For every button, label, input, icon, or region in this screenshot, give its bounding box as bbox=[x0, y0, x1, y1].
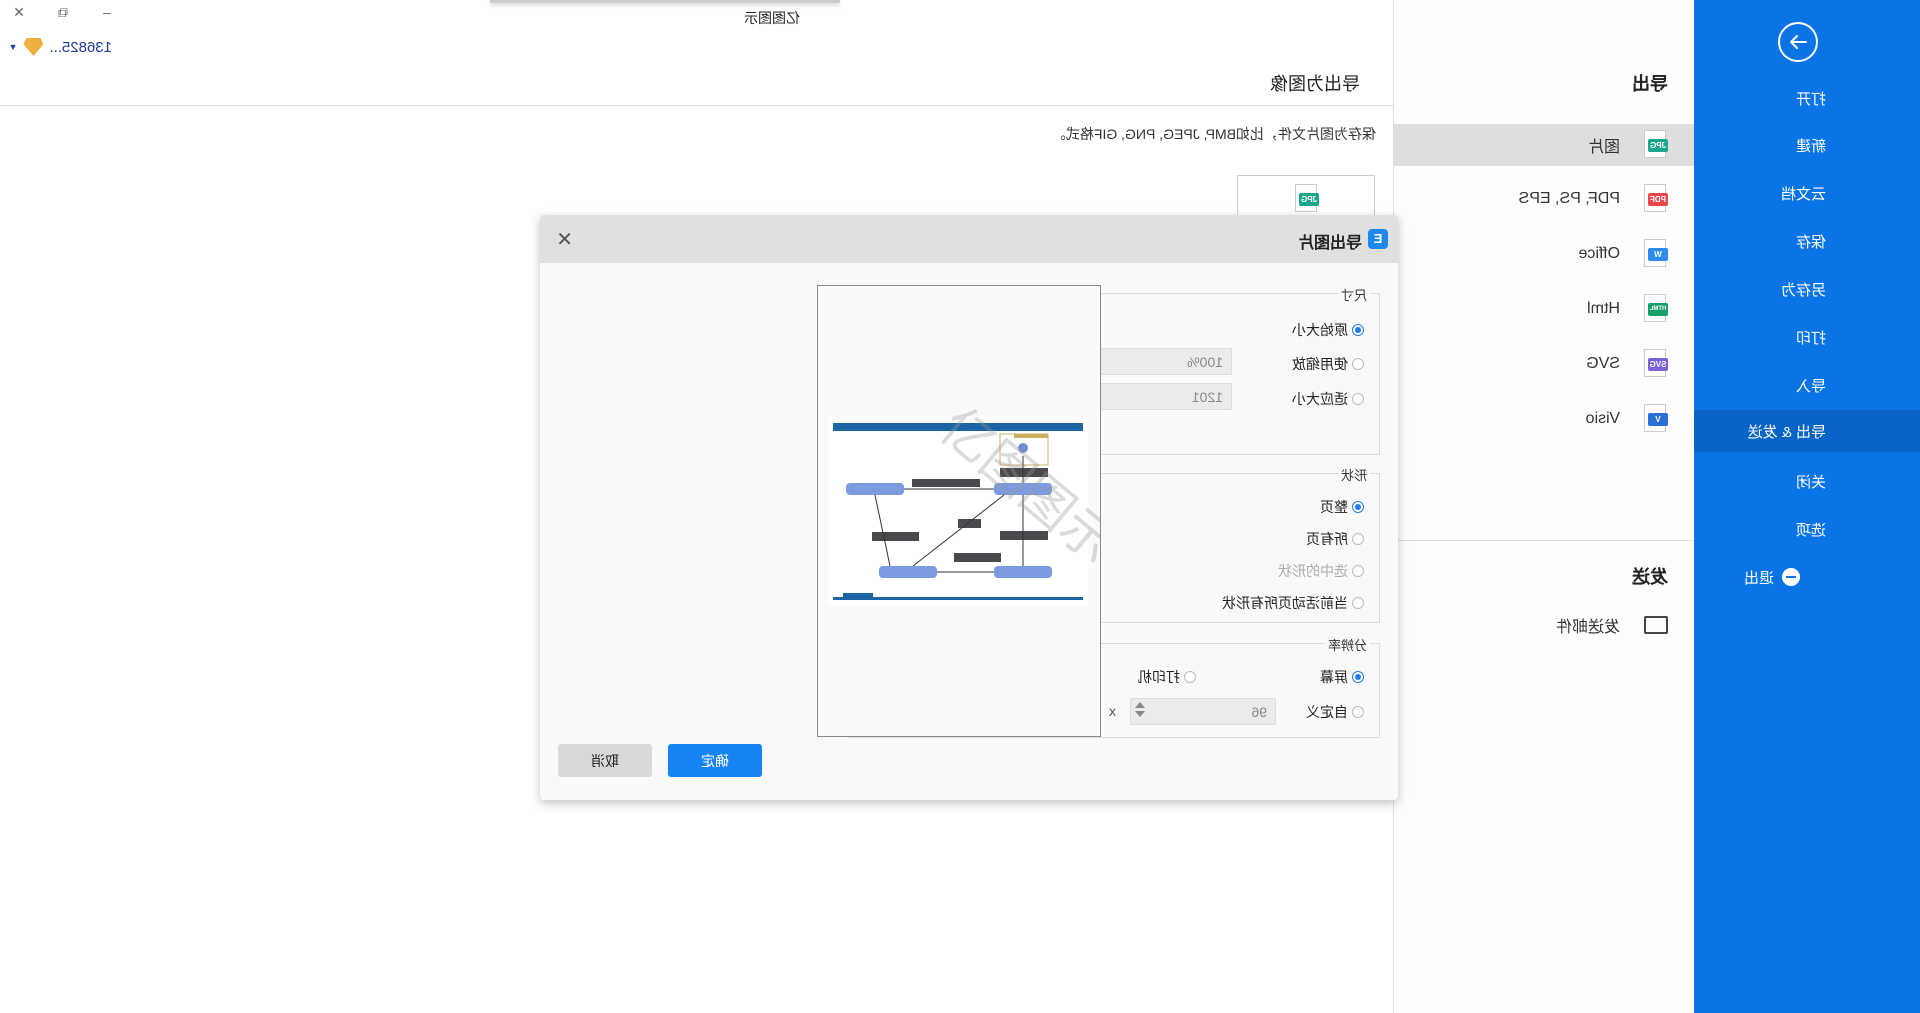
close-icon[interactable]: ✕ bbox=[556, 227, 573, 252]
times-sign: x bbox=[1109, 703, 1116, 719]
export-item-html[interactable]: HTML Html bbox=[1394, 288, 1694, 330]
export-preview: 亿图图示 bbox=[817, 285, 1126, 737]
export-item-label: PDF, PS, EPS bbox=[1518, 190, 1620, 207]
svg-file-icon: SVG bbox=[1642, 349, 1668, 379]
export-item-visio[interactable]: V Visio bbox=[1394, 398, 1694, 440]
radio-printer[interactable]: 打印机 bbox=[1138, 667, 1196, 687]
radio-use-zoom[interactable]: 使用缩放 bbox=[1292, 354, 1364, 374]
sidebar-item-label: 导入 bbox=[1795, 377, 1826, 395]
sidebar-item-label: 选项 bbox=[1795, 521, 1826, 539]
pdf-file-icon: PDF bbox=[1642, 184, 1668, 214]
back-button[interactable] bbox=[1778, 22, 1818, 62]
radio-selected-shapes[interactable]: 选中的形状 bbox=[1278, 561, 1364, 581]
sidebar-item-label: 打开 bbox=[1795, 90, 1826, 108]
size-group-label: 尺寸 bbox=[1337, 285, 1370, 304]
radio-custom[interactable]: 自定义 bbox=[1306, 702, 1364, 722]
dpi-x-input[interactable]: 96 bbox=[1130, 698, 1276, 725]
sidebar-item-5[interactable]: 打印 bbox=[1694, 316, 1920, 358]
sidebar-item-label: 另存为 bbox=[1780, 281, 1826, 299]
preview-node bbox=[994, 566, 1052, 578]
mail-icon bbox=[1644, 616, 1668, 634]
divider bbox=[1394, 540, 1694, 541]
radio-active-page-shapes[interactable]: 当前活动页所有形状 bbox=[1222, 593, 1364, 613]
sidebar-item-10[interactable]: 退出 bbox=[1694, 556, 1920, 598]
jpg-file-icon: JPG bbox=[1642, 130, 1668, 160]
sidebar-item-4[interactable]: 另存为 bbox=[1694, 268, 1920, 310]
export-heading: 导出 bbox=[1632, 74, 1668, 94]
chevron-down-icon: ▼ bbox=[8, 42, 18, 52]
export-options-panel: 导出 JPG 图片 PDF PDF, PS, EPS W Office HTML Html SV… bbox=[1393, 0, 1694, 1013]
export-image-tile[interactable]: JPG bbox=[1237, 175, 1375, 216]
cancel-button[interactable]: 取消 bbox=[558, 744, 652, 777]
radio-whole-page[interactable]: 整页 bbox=[1320, 497, 1364, 517]
send-email-label: 发送邮件 bbox=[1555, 619, 1620, 636]
sidebar-item-label: 打印 bbox=[1795, 329, 1826, 347]
export-item--[interactable]: JPG 图片 bbox=[1394, 124, 1694, 166]
html-file-icon: HTML bbox=[1642, 294, 1668, 324]
sidebar-item-8[interactable]: 关闭 bbox=[1694, 460, 1920, 502]
file-sidebar: 打开新建云文档保存另存为打印导入导出 & 发送关闭选项退出 bbox=[1694, 0, 1920, 1013]
radio-all-pages[interactable]: 所有页 bbox=[1306, 529, 1364, 549]
dialog-header bbox=[540, 215, 1398, 263]
export-item-label: Html bbox=[1587, 300, 1620, 317]
export-item-pdf-ps-eps[interactable]: PDF PDF, PS, EPS bbox=[1394, 178, 1694, 220]
app-title: 亿图图示 bbox=[744, 10, 800, 26]
radio-screen[interactable]: 屏幕 bbox=[1320, 667, 1364, 687]
sidebar-item-label: 新建 bbox=[1795, 137, 1826, 155]
ok-button[interactable]: 确定 bbox=[668, 744, 762, 777]
width-input[interactable]: 1201 bbox=[1088, 383, 1232, 410]
export-item-label: Visio bbox=[1585, 410, 1620, 427]
export-item-label: SVG bbox=[1586, 355, 1620, 372]
page-title: 导出为图像 bbox=[1270, 74, 1360, 94]
export-item-svg[interactable]: SVG SVG bbox=[1394, 343, 1694, 385]
preview-node bbox=[879, 566, 937, 578]
send-heading: 发送 bbox=[1632, 567, 1668, 587]
sidebar-item-2[interactable]: 云文档 bbox=[1694, 172, 1920, 214]
sidebar-item-0[interactable]: 打开 bbox=[1694, 77, 1920, 119]
v-file-icon: V bbox=[1642, 404, 1668, 434]
jpg-file-icon: JPG bbox=[1293, 184, 1319, 214]
shape-group-label: 形状 bbox=[1337, 465, 1370, 484]
sidebar-item-label: 保存 bbox=[1795, 233, 1826, 251]
restore-button[interactable]: ⧉ bbox=[52, 4, 74, 21]
send-email-item[interactable]: 发送邮件 bbox=[1394, 604, 1694, 646]
export-item-label: 图片 bbox=[1587, 139, 1620, 156]
sidebar-item-label: 导出 & 发送 bbox=[1747, 423, 1826, 441]
dialog-title: 导出图片 bbox=[1297, 235, 1362, 252]
titlebar-edge bbox=[490, 0, 840, 3]
export-image-dialog: E 导出图片 ✕ 尺寸 原始大小 使用缩放 100% 适应大小 1201 x 8… bbox=[540, 215, 1398, 800]
sidebar-item-6[interactable]: 导入 bbox=[1694, 364, 1920, 406]
user-account[interactable]: 136825... ▼ bbox=[9, 38, 112, 56]
resolution-group-label: 分辨率 bbox=[1324, 635, 1370, 654]
sidebar-item-label: 云文档 bbox=[1780, 185, 1826, 203]
sidebar-item-label: 关闭 bbox=[1795, 473, 1826, 491]
radio-fit-size[interactable]: 适应大小 bbox=[1292, 389, 1364, 409]
arrow-right-icon bbox=[1790, 35, 1807, 49]
radio-original-size[interactable]: 原始大小 bbox=[1292, 320, 1364, 340]
minus-circle-icon bbox=[1782, 568, 1800, 586]
export-item-label: Office bbox=[1578, 245, 1621, 262]
sidebar-item-3[interactable]: 保存 bbox=[1694, 220, 1920, 262]
preview-diagram: 亿图图示 bbox=[828, 397, 1126, 606]
sidebar-item-7[interactable]: 导出 & 发送 bbox=[1694, 410, 1920, 452]
sidebar-item-1[interactable]: 新建 bbox=[1694, 124, 1920, 166]
vip-badge-icon bbox=[23, 38, 43, 56]
sidebar-item-label: 退出 bbox=[1743, 569, 1774, 587]
app-logo-icon: E bbox=[1368, 229, 1388, 249]
spinner-icon[interactable] bbox=[1135, 702, 1145, 717]
divider bbox=[0, 105, 1394, 106]
w-file-icon: W bbox=[1642, 239, 1668, 269]
user-id: 136825... bbox=[49, 38, 112, 56]
export-description: 保存为图片文件，比如BMP, JPEG, PNG, GIF格式。 bbox=[1051, 126, 1376, 142]
export-item-office[interactable]: W Office bbox=[1394, 233, 1694, 275]
preview-node bbox=[846, 483, 904, 495]
minimize-button[interactable]: – bbox=[96, 4, 118, 20]
close-window-button[interactable]: ✕ bbox=[8, 4, 30, 21]
sidebar-item-9[interactable]: 选项 bbox=[1694, 508, 1920, 550]
